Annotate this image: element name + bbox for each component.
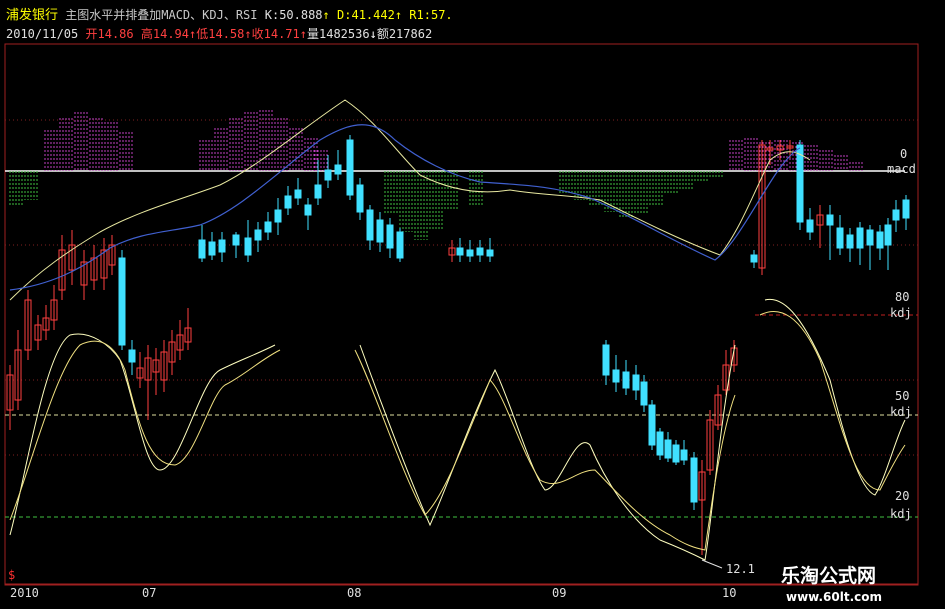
candle-body — [232, 234, 240, 246]
ma-short-line — [9, 99, 811, 301]
candle-body — [826, 214, 834, 226]
candle-body — [672, 444, 680, 463]
candle-body — [846, 234, 854, 249]
x-axis-label-09: 09 — [552, 586, 567, 600]
macd-label: macd — [887, 162, 916, 176]
candle-body — [366, 209, 374, 241]
candle-body — [876, 231, 884, 249]
candle-body — [656, 431, 664, 456]
candle-body — [836, 227, 844, 249]
candle-body — [796, 144, 804, 223]
kdj-label: kdj — [890, 306, 912, 320]
candle-body — [264, 221, 272, 233]
candle-body — [314, 184, 322, 199]
candle-body — [664, 439, 672, 459]
candle-body — [244, 237, 252, 256]
watermark-url: www.60lt.com — [786, 590, 883, 604]
period-marker-icon[interactable]: $ — [8, 568, 15, 582]
candle-body — [648, 404, 656, 446]
candle-body — [334, 164, 342, 175]
candle-body — [476, 247, 484, 256]
candle-body — [466, 249, 474, 257]
candle-body — [356, 184, 364, 213]
candle-body — [602, 344, 610, 376]
kdj-k-line — [9, 298, 906, 561]
candle-body — [750, 254, 758, 263]
kdj-label: kdj — [890, 507, 912, 521]
x-axis-label-10: 10 — [722, 586, 737, 600]
candle-body — [284, 195, 292, 209]
x-axis-label-07: 07 — [142, 586, 157, 600]
candlesticks — [6, 135, 910, 555]
candle-body — [376, 219, 384, 243]
candle-body — [294, 189, 302, 199]
candle-body — [208, 241, 216, 256]
candle-body — [254, 229, 262, 241]
candle-body — [118, 257, 126, 346]
min-price-pointer — [701, 559, 723, 569]
kdj-label: kdj — [890, 405, 912, 419]
chart-frame — [4, 43, 919, 586]
kdj-80-label: 80 — [895, 290, 910, 304]
candle-body — [198, 239, 206, 259]
candle-body — [386, 224, 394, 249]
candle-body — [892, 209, 900, 221]
candle-body — [622, 371, 630, 389]
macd-histogram — [9, 110, 863, 240]
candle-body — [486, 249, 494, 257]
candle-body — [218, 239, 226, 253]
candle-body — [902, 199, 910, 219]
x-axis-label-08: 08 — [347, 586, 362, 600]
candle-body — [128, 349, 136, 363]
candle-body — [396, 231, 404, 259]
watermark-title: 乐淘公式网 — [781, 565, 877, 587]
candle-body — [324, 169, 332, 181]
candle-body — [612, 369, 620, 383]
candle-body — [856, 227, 864, 249]
candle-body — [884, 224, 892, 246]
candle-body — [274, 209, 282, 223]
stock-chart[interactable] — [0, 0, 945, 609]
min-price-label: 12.1 — [726, 562, 755, 576]
candle-body — [806, 219, 814, 233]
kdj-50-label: 50 — [895, 389, 910, 403]
kdj-d-line — [9, 311, 906, 551]
candle-body — [304, 204, 312, 216]
candle-body — [456, 247, 464, 256]
candle-body — [346, 139, 354, 196]
candle-body — [640, 381, 648, 406]
macd-zero-label: 0 — [900, 147, 908, 161]
x-axis-label-2010: 2010 — [10, 586, 39, 600]
candle-body — [866, 229, 874, 246]
candle-body — [690, 457, 698, 503]
candle-body — [680, 449, 688, 461]
kdj-20-label: 20 — [895, 489, 910, 503]
candle-body — [632, 374, 640, 391]
